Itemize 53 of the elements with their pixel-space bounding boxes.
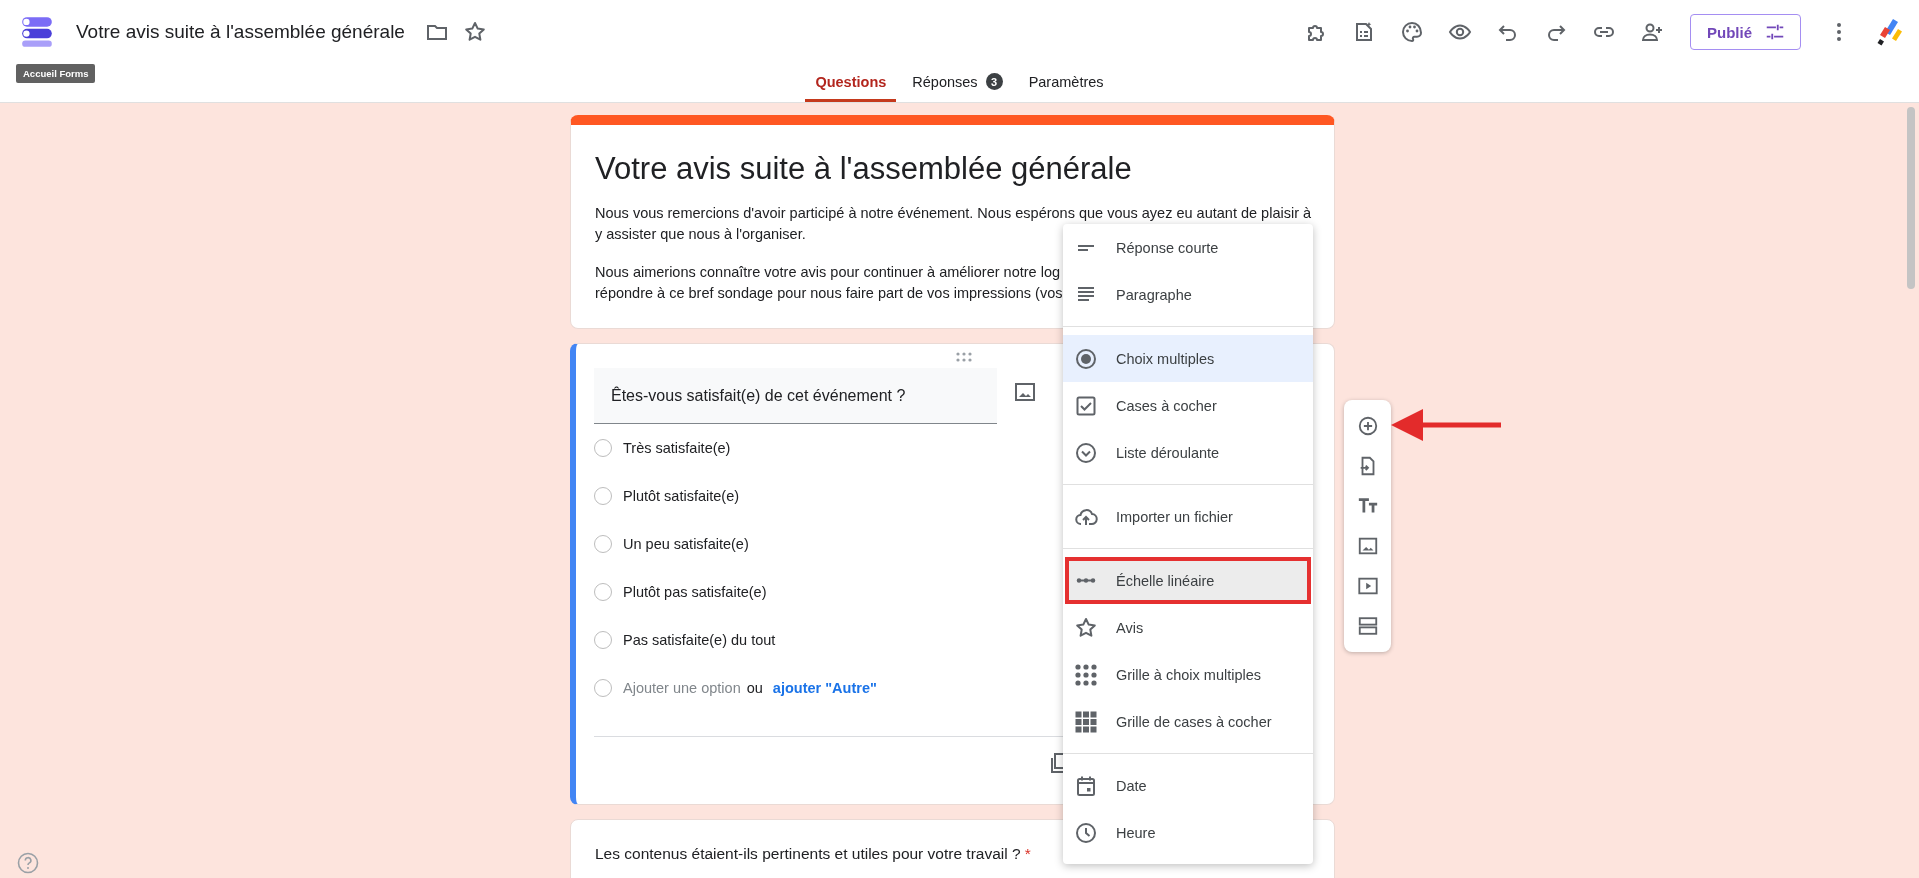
section-icon[interactable]	[1356, 615, 1379, 637]
form-title[interactable]: Votre avis suite à l'assemblée générale	[76, 21, 405, 43]
menu-item[interactable]: Paragraphe	[1063, 271, 1313, 318]
option-label[interactable]: Plutôt pas satisfaite(e)	[623, 584, 767, 600]
menu-item[interactable]: Heure	[1063, 809, 1313, 856]
separator-text: ou	[746, 680, 763, 696]
tab[interactable]: Réponses 3	[902, 64, 1013, 102]
image-icon[interactable]	[1356, 535, 1379, 557]
star-icon[interactable]	[462, 20, 487, 44]
menu-icon	[1074, 346, 1098, 371]
scrollbar[interactable]	[1907, 107, 1915, 289]
publish-button[interactable]: Publié	[1690, 14, 1801, 50]
menu-item[interactable]: Réponse courte	[1063, 224, 1313, 271]
menu-item[interactable]: Grille à choix multiples	[1063, 651, 1313, 698]
menu-icon	[1074, 440, 1098, 465]
tab[interactable]: Paramètres	[1018, 64, 1114, 102]
add-other-link[interactable]: ajouter "Autre"	[772, 680, 877, 696]
required-mark: *	[1024, 845, 1031, 862]
option-label[interactable]: Un peu satisfaite(e)	[623, 536, 749, 552]
menu-icon	[1074, 662, 1098, 687]
menu-item[interactable]: Avis	[1063, 604, 1313, 651]
menu-icon	[1077, 243, 1095, 252]
description-line[interactable]: Nous aimerions connaître votre avis pour continuer à améliorer notre log	[595, 262, 1061, 283]
menu-item[interactable]: Cases à cocher	[1063, 382, 1313, 429]
description-line[interactable]: répondre à ce bref sondage pour nous faire part de vos impressions (vos	[595, 283, 1063, 304]
menu-icon	[1075, 577, 1097, 584]
add-option-field[interactable]: Ajouter une option	[623, 680, 741, 696]
question-field[interactable]: Êtes-vous satisfait(e) de cet événement ?	[594, 368, 997, 424]
count-badge: 3	[985, 73, 1003, 90]
menu-item[interactable]: Importer un fichier	[1063, 493, 1313, 540]
app-logo[interactable]	[20, 14, 54, 50]
tooltip: Accueil Forms	[16, 64, 96, 83]
video-icon[interactable]	[1356, 575, 1379, 597]
drag-handle-icon[interactable]	[955, 351, 973, 363]
menu-item[interactable]: Liste déroulante	[1063, 429, 1313, 476]
add-icon[interactable]	[1356, 415, 1379, 437]
form-heading[interactable]: Votre avis suite à l'assemblée générale	[595, 147, 1310, 191]
menu-item[interactable]: Date	[1063, 762, 1313, 809]
menu-icon	[1074, 709, 1098, 734]
app-logo[interactable]	[1875, 17, 1905, 47]
description-line[interactable]: y assister que nous à l'organiser.	[595, 224, 806, 245]
menu-item[interactable]: Choix multiples	[1063, 335, 1313, 382]
description-line[interactable]: Nous vous remercions d'avoir participé à notre événement. Nous espérons que vous ayez eu autant de plaisir à	[595, 203, 1312, 224]
menu-icon	[1074, 820, 1098, 845]
palette-icon[interactable]	[1400, 20, 1424, 44]
option-label[interactable]: Pas satisfaite(e) du tout	[623, 632, 776, 648]
menu-icon	[1074, 615, 1098, 640]
menu-item[interactable]: Échelle linéaire	[1069, 561, 1307, 600]
option-label[interactable]: Plutôt satisfaite(e)	[623, 488, 740, 504]
option-label[interactable]: Très satisfaite(e)	[623, 440, 731, 456]
tab[interactable]: Questions	[805, 64, 897, 102]
image-icon[interactable]	[1013, 380, 1037, 404]
menu-item[interactable]: Grille de cases à cocher	[1063, 698, 1313, 745]
